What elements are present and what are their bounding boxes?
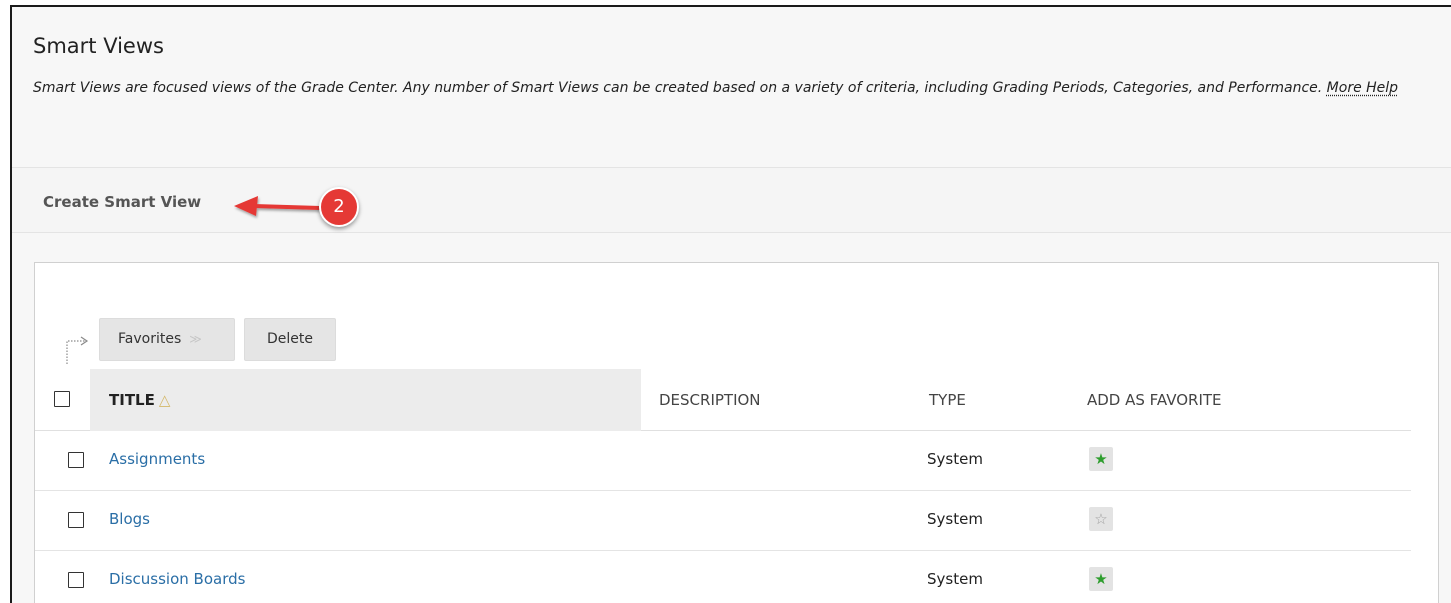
title-header-highlight [90,369,641,431]
star-filled-green-icon[interactable]: ★ [1089,447,1113,471]
favorites-label: Favorites [118,331,182,347]
more-help-link[interactable]: More Help [1327,80,1398,96]
double-chevron-down-icon: ≫ [189,332,202,346]
table-header: TITLE △ DESCRIPTION TYPE ADD AS FAVORITE [35,369,1411,431]
action-bar: Create Smart View [12,167,1451,233]
column-type-header[interactable]: TYPE [929,391,966,409]
row-title-link[interactable]: Discussion Boards [109,570,245,588]
row-type: System [927,450,983,468]
column-description-header[interactable]: DESCRIPTION [659,391,761,409]
table-row: Discussion Boards System ★ [35,551,1411,603]
page-description: Smart Views are focused views of the Gra… [33,76,1428,100]
row-checkbox[interactable] [68,452,84,468]
row-title-link[interactable]: Blogs [109,510,150,528]
column-favorite-header[interactable]: ADD AS FAVORITE [1087,391,1222,409]
row-type: System [927,510,983,528]
page-header: Smart Views Smart Views are focused view… [12,7,1451,167]
sort-ascending-icon: △ [158,391,171,409]
page-title: Smart Views [33,34,164,58]
smart-views-panel: Favorites ≫ Delete TITLE △ DESCRIPTION TYP… [34,262,1439,603]
row-title-link[interactable]: Assignments [109,450,205,468]
description-text: Smart Views are focused views of the Gra… [33,80,1323,96]
row-checkbox[interactable] [68,512,84,528]
select-all-checkbox[interactable] [54,391,70,407]
table-row: Blogs System ☆ [35,491,1411,551]
delete-button[interactable]: Delete [244,318,336,361]
star-filled-green-icon[interactable]: ★ [1089,567,1113,591]
star-outline-icon[interactable]: ☆ [1089,507,1113,531]
annotation-badge: 2 [319,187,359,227]
row-type: System [927,570,983,588]
row-checkbox[interactable] [68,572,84,588]
bulk-action-arrow-icon [66,336,89,364]
table-row: Assignments System ★ [35,431,1411,491]
favorites-button[interactable]: Favorites ≫ [99,318,235,361]
annotation-arrow-icon [234,196,321,216]
column-title-label: TITLE [109,391,155,409]
create-smart-view-button[interactable]: Create Smart View [43,193,201,211]
column-title-header[interactable]: TITLE △ [109,391,170,409]
smart-views-page: Smart Views Smart Views are focused view… [10,5,1451,603]
